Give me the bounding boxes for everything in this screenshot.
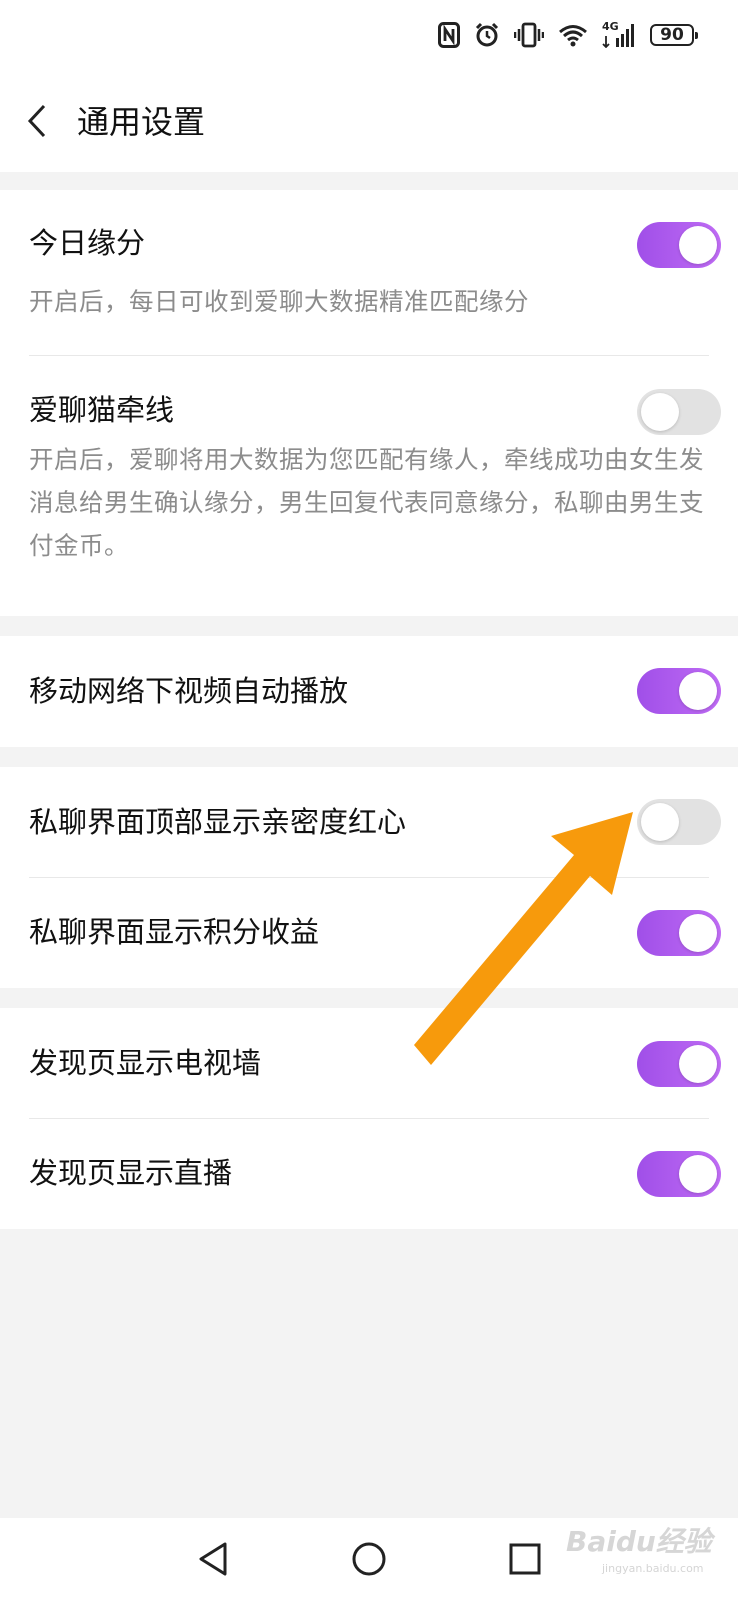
setting-title: 私聊界面顶部显示亲密度红心: [29, 805, 407, 839]
watermark-url: jingyan.baidu.com: [602, 1562, 704, 1575]
alarm-icon: [475, 22, 499, 47]
toggle-knob: [679, 226, 717, 264]
back-triangle-icon: [199, 1542, 227, 1576]
wifi-icon: [559, 25, 587, 47]
status-icons: 4G 90: [438, 20, 698, 50]
toggle-knob: [641, 393, 679, 431]
chevron-left-icon: [27, 104, 46, 138]
vibrate-icon: [514, 22, 544, 48]
nav-back-button[interactable]: [190, 1536, 236, 1582]
setting-title: 私聊界面显示积分收益: [29, 915, 320, 949]
nfc-icon: [438, 22, 460, 48]
toggle-knob: [679, 1045, 717, 1083]
back-button[interactable]: [14, 98, 60, 144]
toggle-autoplay[interactable]: [637, 668, 721, 714]
signal-icon: 4G: [602, 20, 636, 48]
home-circle-icon: [352, 1542, 386, 1576]
setting-title: 移动网络下视频自动播放: [29, 674, 349, 708]
settings-card-matching: 今日缘分 开启后，每日可收到爱聊大数据精准匹配缘分 爱聊猫牵线 开启后，爱聊将用…: [0, 190, 738, 616]
watermark-logo: Baidu经验: [566, 1525, 712, 1558]
settings-card-video: 移动网络下视频自动播放: [0, 636, 738, 747]
settings-card-discover: 发现页显示电视墙 发现页显示直播: [0, 1008, 738, 1229]
toggle-knob: [679, 914, 717, 952]
toggle-live[interactable]: [637, 1151, 721, 1197]
setting-row-tv-wall: 发现页显示电视墙: [0, 1008, 738, 1118]
nav-recents-button[interactable]: [502, 1536, 548, 1582]
settings-card-private-chat: 私聊界面顶部显示亲密度红心 私聊界面显示积分收益: [0, 767, 738, 988]
toggle-knob: [679, 1155, 717, 1193]
toggle-matchmaker[interactable]: [637, 389, 721, 435]
setting-title: 发现页显示直播: [29, 1156, 233, 1190]
setting-row-intimacy-heart: 私聊界面顶部显示亲密度红心: [0, 767, 738, 877]
toggle-daily-match[interactable]: [637, 222, 721, 268]
toggle-knob: [641, 803, 679, 841]
nav-home-button[interactable]: [346, 1536, 392, 1582]
setting-title: 今日缘分: [29, 226, 146, 260]
setting-description: 开启后，爱聊将用大数据为您匹配有缘人，牵线成功由女生发消息给男生确认缘分，男生回…: [29, 445, 704, 560]
setting-row-live: 发现页显示直播: [0, 1119, 738, 1229]
toggle-tv-wall[interactable]: [637, 1041, 721, 1087]
setting-row-matchmaker: 爱聊猫牵线 开启后，爱聊将用大数据为您匹配有缘人，牵线成功由女生发消息给男生确认…: [0, 356, 738, 616]
header: 通用设置: [0, 70, 738, 172]
battery-level: 90: [660, 25, 684, 45]
toggle-knob: [679, 672, 717, 710]
status-bar: 4G 90: [0, 0, 738, 70]
toggle-intimacy-heart[interactable]: [637, 799, 721, 845]
setting-description: 开启后，每日可收到爱聊大数据精准匹配缘分: [29, 287, 529, 316]
setting-row-daily-match: 今日缘分 开启后，每日可收到爱聊大数据精准匹配缘分: [0, 190, 738, 355]
setting-row-points-income: 私聊界面显示积分收益: [0, 878, 738, 988]
setting-row-autoplay: 移动网络下视频自动播放: [0, 636, 738, 747]
setting-title: 爱聊猫牵线: [29, 393, 175, 427]
page-title: 通用设置: [77, 103, 206, 141]
toggle-points-income[interactable]: [637, 910, 721, 956]
setting-title: 发现页显示电视墙: [29, 1046, 262, 1080]
recents-square-icon: [509, 1543, 541, 1575]
battery-icon: 90: [650, 24, 698, 46]
